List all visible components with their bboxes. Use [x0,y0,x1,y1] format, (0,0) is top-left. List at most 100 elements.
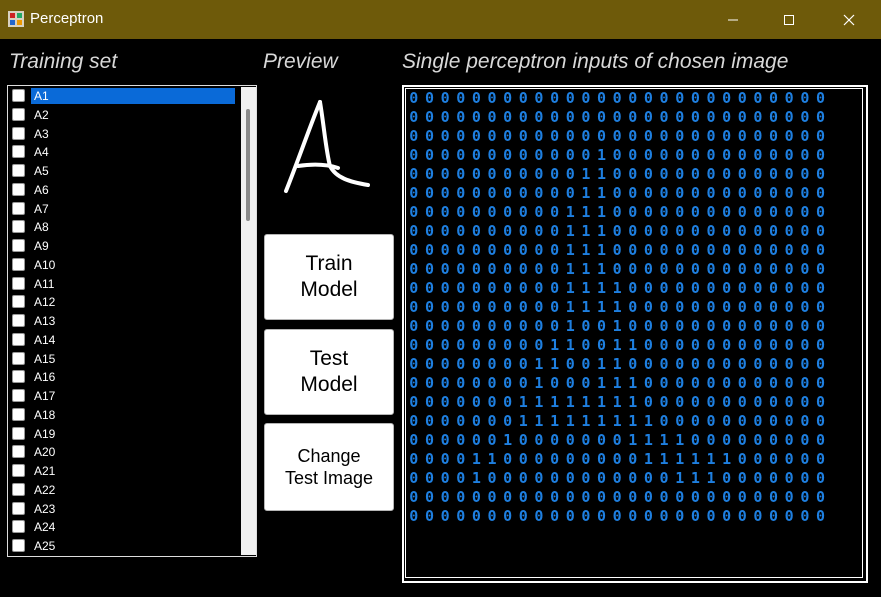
item-label-area[interactable]: A7 [31,201,235,217]
list-item[interactable]: A23 [9,500,235,519]
item-checkbox[interactable] [12,295,25,309]
item-label-area[interactable]: A10 [31,257,235,273]
item-checkbox[interactable] [12,520,25,534]
list-item[interactable]: A8 [9,218,235,237]
item-checkbox[interactable] [12,276,25,290]
list-item[interactable]: A24 [9,518,235,537]
input-cell: 1 [550,412,560,430]
list-item[interactable]: A18 [9,406,235,425]
item-label-area[interactable]: A23 [31,501,235,517]
list-item[interactable]: A6 [9,181,235,200]
list-item[interactable]: A16 [9,368,235,387]
item-checkbox[interactable] [12,89,25,102]
item-checkbox[interactable] [12,426,25,440]
item-label-area[interactable]: A24 [31,519,235,535]
list-item[interactable]: A25 [9,537,235,556]
item-checkbox[interactable] [12,464,25,477]
item-label-area[interactable]: A25 [31,538,235,554]
item-checkbox[interactable] [12,126,25,140]
item-label-area[interactable]: A20 [31,444,235,460]
list-item[interactable]: A4 [9,143,235,162]
item-label-area[interactable]: A12 [31,294,235,310]
list-item[interactable]: A10 [9,256,235,275]
item-checkbox[interactable] [12,482,25,496]
item-checkbox[interactable] [12,107,25,121]
item-checkbox[interactable] [12,407,25,421]
list-item[interactable]: A5 [9,162,235,181]
item-label-area[interactable]: A17 [31,388,235,404]
list-item[interactable]: A17 [9,387,235,406]
train-model-button[interactable]: Train Model [264,234,394,320]
list-item[interactable]: A9 [9,237,235,256]
list-item[interactable]: A19 [9,425,235,444]
item-checkbox[interactable] [12,201,25,215]
input-cell: 0 [690,298,700,316]
test-model-label: Test Model [300,346,358,396]
input-cell: 0 [800,336,810,354]
list-item[interactable]: A20 [9,443,235,462]
item-checkbox[interactable] [12,351,25,365]
item-checkbox[interactable] [12,370,25,384]
input-cell: 0 [424,298,434,316]
test-model-button[interactable]: Test Model [264,329,394,415]
list-item[interactable]: A11 [9,275,235,294]
item-checkbox[interactable] [12,182,25,196]
item-label-area[interactable]: A19 [31,426,235,442]
list-item[interactable]: A1 [9,87,235,106]
scrollbar-thumb[interactable] [246,109,250,221]
input-cell: 0 [643,507,653,525]
item-label-area[interactable]: A5 [31,163,235,179]
item-checkbox[interactable] [12,539,25,552]
item-checkbox[interactable] [12,501,25,515]
list-scrollbar[interactable] [241,87,256,555]
item-checkbox[interactable] [12,145,25,159]
list-item[interactable]: A7 [9,200,235,219]
list-item[interactable]: A21 [9,462,235,481]
input-cell: 0 [706,431,716,449]
list-item[interactable]: A3 [9,125,235,144]
item-checkbox[interactable] [12,257,25,271]
change-test-image-button[interactable]: Change Test Image [264,423,394,511]
item-checkbox[interactable] [12,389,25,402]
input-cell: 0 [675,127,685,145]
item-label-area[interactable]: A1 [31,88,235,104]
list-item[interactable]: A13 [9,312,235,331]
list-item[interactable]: A15 [9,350,235,369]
item-checkbox[interactable] [12,332,25,346]
item-label-area[interactable]: A8 [31,219,235,235]
item-checkbox[interactable] [12,220,25,234]
item-label-area[interactable]: A3 [31,126,235,142]
minimize-button[interactable] [710,0,756,39]
item-label-area[interactable]: A15 [31,351,235,367]
item-label-area[interactable]: A16 [31,369,235,385]
input-cell: 0 [581,355,591,373]
input-cell: 0 [815,317,825,335]
item-checkbox[interactable] [12,164,25,177]
item-label-area[interactable]: A6 [31,182,235,198]
item-label-area[interactable]: A2 [31,107,235,123]
input-cell: 0 [612,89,622,107]
input-cell: 0 [440,127,450,145]
maximize-button[interactable] [766,0,812,39]
item-label-area[interactable]: A11 [31,276,235,292]
list-item[interactable]: A22 [9,481,235,500]
item-checkbox[interactable] [12,239,25,252]
training-set-list[interactable]: A1 A2 A3 A4 A5 A6 A7 A8 A9 A10 A11 A12 A13 A14 A15 A16 A… [7,85,257,557]
item-label-area[interactable]: A21 [31,463,235,479]
item-label-area[interactable]: A4 [31,144,235,160]
item-label-area[interactable]: A13 [31,313,235,329]
item-checkbox[interactable] [12,314,25,327]
item-checkbox[interactable] [12,445,25,459]
list-item[interactable]: A14 [9,331,235,350]
item-label-area[interactable]: A22 [31,482,235,498]
close-button[interactable] [826,0,872,39]
item-label-area[interactable]: A14 [31,332,235,348]
input-cell: 0 [784,412,794,430]
list-item[interactable]: A2 [9,106,235,125]
list-item[interactable]: A12 [9,293,235,312]
input-cell: 0 [737,412,747,430]
item-label-area[interactable]: A18 [31,407,235,423]
item-label-area[interactable]: A9 [31,238,235,254]
input-cell: 0 [424,412,434,430]
input-cell: 0 [487,431,497,449]
